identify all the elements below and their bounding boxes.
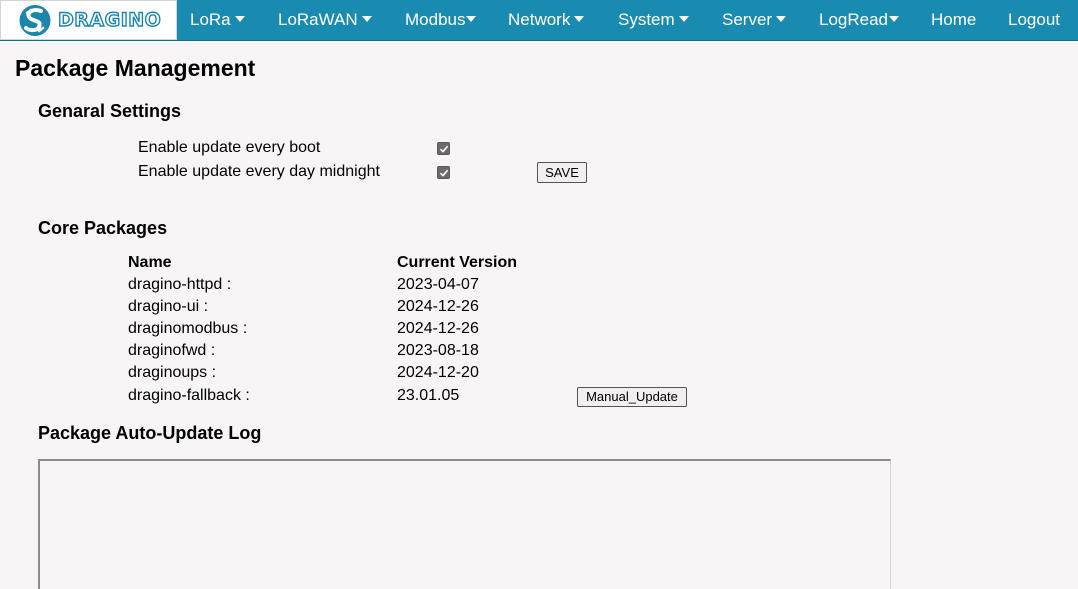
nav-network-label: Network <box>508 10 571 29</box>
caret-down-icon <box>776 16 787 22</box>
midnight-update-label: Enable update every day midnight <box>138 163 380 180</box>
nav-lora[interactable]: LoRa <box>190 0 245 40</box>
nav-home-label: Home <box>931 10 977 29</box>
col-header-name: Name <box>128 254 172 271</box>
core-packages-title: Core Packages <box>38 218 168 238</box>
package-name: draginofwd : <box>128 342 216 359</box>
caret-down-icon <box>889 16 900 22</box>
package-version: 2023-04-07 <box>397 276 479 293</box>
page-title: Package Management <box>15 55 256 81</box>
boot-update-checkbox[interactable] <box>437 142 450 155</box>
package-version: 2024-12-20 <box>397 364 479 381</box>
package-name: dragino-ui : <box>128 298 209 315</box>
nav-home[interactable]: Home <box>931 0 976 40</box>
nav-lorawan-label: LoRaWAN <box>278 10 358 29</box>
general-settings-title: Genaral Settings <box>38 101 182 121</box>
nav-system[interactable]: System <box>618 0 689 40</box>
package-name: draginoups : <box>128 364 217 381</box>
dragino-logo[interactable]: DRAGINO <box>0 0 177 40</box>
package-version: 2024-12-26 <box>397 298 479 315</box>
nav-modbus[interactable]: Modbus <box>405 0 477 40</box>
caret-down-icon <box>574 16 585 22</box>
nav-modbus-label: Modbus <box>405 10 466 29</box>
nav-lora-label: LoRa <box>190 10 231 29</box>
boot-update-label: Enable update every boot <box>138 139 321 156</box>
nav-logout-label: Logout <box>1008 10 1060 29</box>
nav-logread[interactable]: LogRead <box>819 0 900 40</box>
nav-logout[interactable]: Logout <box>1008 0 1060 40</box>
package-version: 2024-12-26 <box>397 320 479 337</box>
package-name: dragino-httpd : <box>128 276 232 293</box>
caret-down-icon <box>466 16 477 22</box>
nav-logread-label: LogRead <box>819 10 889 29</box>
nav-lorawan[interactable]: LoRaWAN <box>278 0 372 40</box>
manual-update-button[interactable]: Manual_Update <box>577 387 687 407</box>
nav-system-label: System <box>618 10 675 29</box>
top-navbar: DRAGINO LoRa LoRaWAN Modbus Network Syst… <box>0 0 1078 41</box>
save-button[interactable]: SAVE <box>537 162 587 183</box>
auto-update-log-textarea[interactable] <box>38 459 891 589</box>
package-version: 23.01.05 <box>397 387 460 404</box>
checkmark-icon <box>439 145 449 153</box>
midnight-update-checkbox[interactable] <box>437 166 450 179</box>
nav-network[interactable]: Network <box>508 0 585 40</box>
col-header-version: Current Version <box>397 254 518 271</box>
auto-update-log-title: Package Auto-Update Log <box>38 423 262 443</box>
dragino-logo-icon <box>19 5 51 36</box>
nav-server-label: Server <box>722 10 773 29</box>
caret-down-icon <box>361 16 372 22</box>
package-version: 2023-08-18 <box>397 342 479 359</box>
checkmark-icon <box>439 169 449 177</box>
logo-text: DRAGINO <box>57 8 162 31</box>
package-name: dragino-fallback : <box>128 387 250 404</box>
caret-down-icon <box>234 16 245 22</box>
nav-server[interactable]: Server <box>722 0 787 40</box>
package-name: draginomodbus : <box>128 320 248 337</box>
caret-down-icon <box>678 16 689 22</box>
